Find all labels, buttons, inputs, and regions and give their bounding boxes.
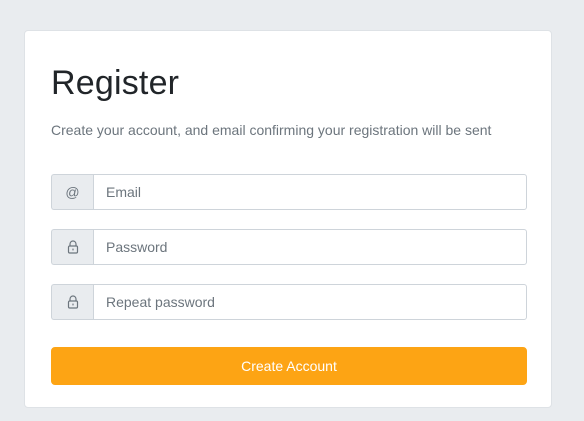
- create-account-button[interactable]: Create Account: [51, 347, 527, 385]
- repeat-password-input[interactable]: [93, 284, 527, 320]
- page-title: Register: [51, 64, 180, 102]
- email-input[interactable]: [93, 174, 527, 210]
- register-card: Register Create your account, and email …: [24, 30, 552, 408]
- page-subtitle: Create your account, and email confirmin…: [51, 122, 492, 138]
- password-input[interactable]: [93, 229, 527, 265]
- password-input-group: [51, 229, 527, 265]
- repeat-password-input-group: [51, 284, 527, 320]
- at-sign-icon: @: [51, 174, 93, 210]
- lock-icon: [51, 229, 93, 265]
- lock-icon: [51, 284, 93, 320]
- email-input-group: @: [51, 174, 527, 210]
